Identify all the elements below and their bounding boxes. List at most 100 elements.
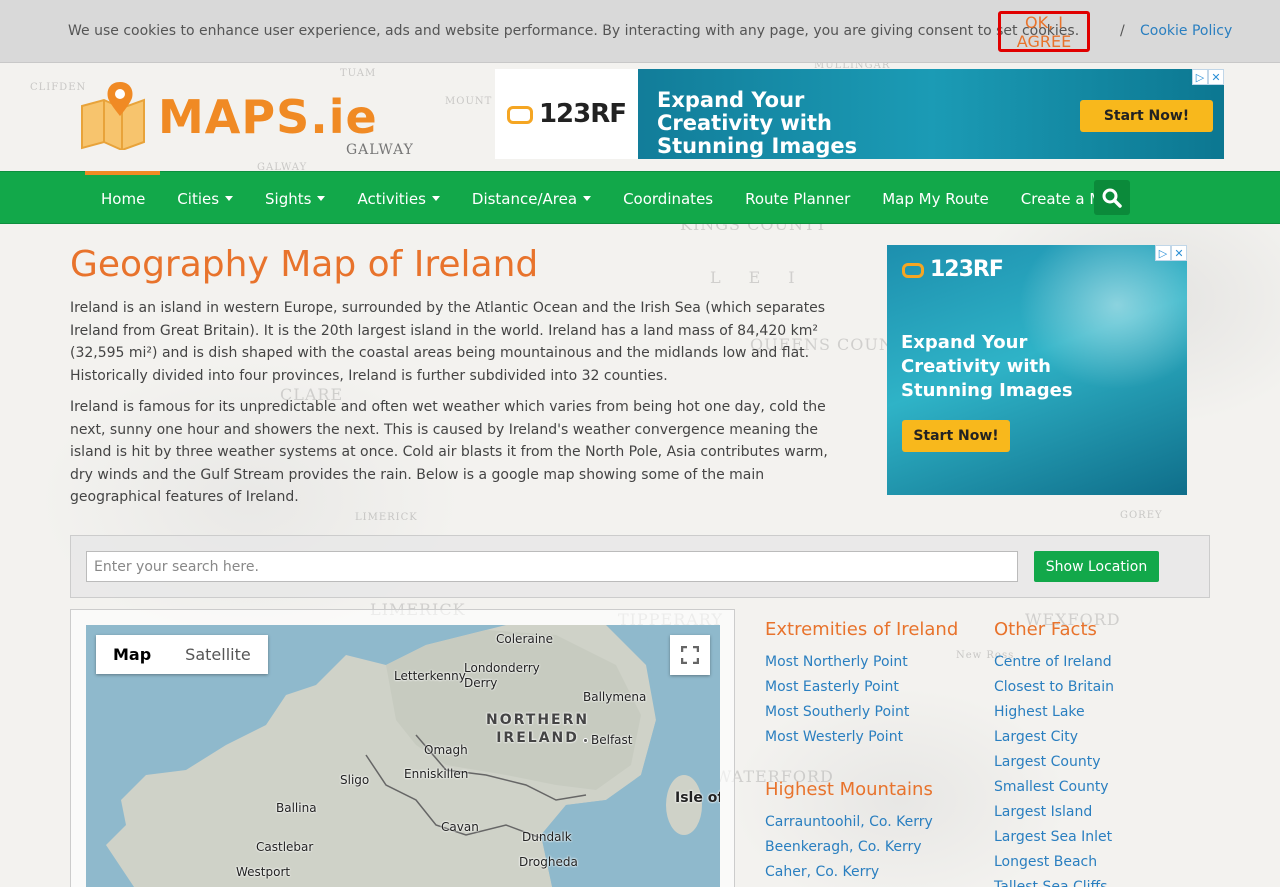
site-logo[interactable]: MAPS.ie GALWAY [78,80,413,160]
map-tab-map[interactable]: Map [96,635,169,674]
nav-item-label: Route Planner [745,189,851,208]
google-map[interactable]: Map Satellite Coleraine Londonderry Derr… [86,625,720,887]
other-fact-link[interactable]: Highest Lake [994,700,1114,725]
nav-item-label: Sights [265,189,312,208]
other-fact-link[interactable]: Centre of Ireland [994,650,1114,675]
map-label-westport: Westport [236,865,291,879]
map-label-drogheda: Drogheda [519,855,578,869]
map-type-tabs: Map Satellite [96,635,268,674]
extremity-link[interactable]: Most Southerly Point [765,700,958,725]
other-fact-link[interactable]: Tallest Sea Cliffs [994,875,1114,887]
ad-brand-box: 123RF [495,69,638,159]
other-fact-link[interactable]: Longest Beach [994,850,1114,875]
adchoices-icon[interactable]: ▷ [1192,69,1208,85]
other-facts-section: Other Facts Centre of Ireland Closest to … [994,619,1114,887]
mountains-links: Carrauntoohil, Co. Kerry Beenkeragh, Co. … [765,810,933,885]
nav-item-label: Distance/Area [471,189,578,208]
map-frame: Map Satellite Coleraine Londonderry Derr… [70,609,735,887]
other-fact-link[interactable]: Largest Sea Inlet [994,825,1114,850]
map-label-northern-ireland: NORTHERN IRELAND [486,712,590,746]
location-search-panel: Show Location [70,535,1210,598]
other-fact-link[interactable]: Smallest County [994,775,1114,800]
map-label-cavan: Cavan [441,820,479,834]
extremity-link[interactable]: Most Easterly Point [765,675,958,700]
nav-item-sights[interactable]: Sights [249,172,341,225]
nav-item-cities[interactable]: Cities [161,172,249,225]
map-label-belfast: Belfast [591,733,633,747]
map-pin-logo-icon [81,82,145,150]
cookie-policy-link[interactable]: Cookie Policy [1140,23,1232,39]
cookie-agree-button[interactable]: OK, I AGREE [998,11,1090,52]
map-label-sligo: Sligo [340,773,370,787]
mountains-section: Highest Mountains Carrauntoohil, Co. Ker… [765,779,933,885]
ad-headline: Expand Your Creativity with Stunning Ima… [901,332,1073,401]
map-label-londonderry: Londonderry [464,661,540,675]
camera-icon [902,263,924,278]
mountain-link[interactable]: Carrauntoohil, Co. Kerry [765,810,933,835]
extremities-links: Most Northerly Point Most Easterly Point M… [765,650,958,750]
other-facts-heading: Other Facts [994,619,1097,640]
top-banner-ad[interactable]: 123RF Expand Your Creativity with Stunni… [495,69,1224,159]
caret-down-icon [583,196,592,201]
page-title: Geography Map of Ireland [70,244,539,285]
map-label-coleraine: Coleraine [496,632,554,646]
ad-cta-button[interactable]: Start Now! [902,420,1010,452]
nav-item-activities[interactable]: Activities [341,172,455,225]
map-label-ballina: Ballina [276,801,317,815]
map-label-ballymena: Ballymena [583,690,647,704]
fullscreen-icon [681,646,699,664]
cookie-separator: / [1120,23,1125,39]
map-label-dundalk: Dundalk [522,830,572,844]
adchoices-icon[interactable]: ▷ [1155,245,1171,261]
extremity-link[interactable]: Most Northerly Point [765,650,958,675]
other-facts-links: Centre of Ireland Closest to Britain Highe… [994,650,1114,887]
ad-brand-logo: 123RF [506,99,627,129]
other-fact-link[interactable]: Largest City [994,725,1114,750]
show-location-button[interactable]: Show Location [1034,551,1159,582]
map-label-isle-of-man: Isle of [675,790,720,806]
mountain-link[interactable]: Caher, Co. Kerry [765,860,933,885]
map-label-castlebar: Castlebar [256,840,314,854]
weather-paragraph: Ireland is famous for its unpredictable … [70,399,828,505]
camera-icon [506,106,533,124]
mountains-heading: Highest Mountains [765,779,933,800]
ad-cta-button[interactable]: Start Now! [1080,100,1213,132]
nav-item-label: Home [101,189,146,208]
nav-search-button[interactable] [1094,180,1130,215]
ad-headline: Expand Your Creativity with Stunning Ima… [657,88,858,158]
nav-item-label: Cities [177,189,220,208]
map-tab-satellite[interactable]: Satellite [168,635,268,674]
other-fact-link[interactable]: Largest County [994,750,1114,775]
ad-close-icon[interactable]: ✕ [1171,245,1187,261]
extremities-heading: Extremities of Ireland [765,619,959,640]
other-fact-link[interactable]: Largest Island [994,800,1114,825]
map-label-letterkenny: Letterkenny [394,669,466,683]
other-fact-link[interactable]: Closest to Britain [994,675,1114,700]
location-search-input[interactable] [86,551,1018,582]
search-icon [1102,188,1122,208]
mountain-link[interactable]: Beenkeragh, Co. Kerry [765,835,933,860]
cookie-message: We use cookies to enhance user experienc… [68,23,1080,39]
ad-close-icon[interactable]: ✕ [1208,69,1224,85]
nav-item-map-my-route[interactable]: Map My Route [866,172,1005,225]
nav-item-distance-area[interactable]: Distance/Area [456,172,607,225]
nav-item-route-planner[interactable]: Route Planner [729,172,866,225]
nav-item-coordinates[interactable]: Coordinates [607,172,729,225]
belfast-marker [583,738,588,743]
ad-controls: ▷ ✕ [1155,245,1187,261]
extremities-section: Extremities of Ireland Most Northerly Po… [765,619,958,750]
nav-item-label: Map My Route [882,189,989,208]
nav-active-indicator [85,171,160,175]
nav-item-label: Coordinates [623,189,714,208]
extremity-link[interactable]: Most Westerly Point [765,725,958,750]
logo-wordmark: MAPS.ie [158,90,378,144]
main-navbar: Home Cities Sights Activities Distance/Area C… [0,171,1280,224]
map-label-derry: Derry [464,676,498,690]
caret-down-icon [317,196,326,201]
ad-brand-logo: 123RF [902,257,1004,282]
ad-controls: ▷ ✕ [1192,69,1224,85]
nav-item-home[interactable]: Home [85,172,161,225]
fullscreen-button[interactable] [670,635,710,675]
side-banner-ad[interactable]: 123RF Expand Your Creativity with Stunni… [887,245,1187,495]
caret-down-icon [431,196,440,201]
